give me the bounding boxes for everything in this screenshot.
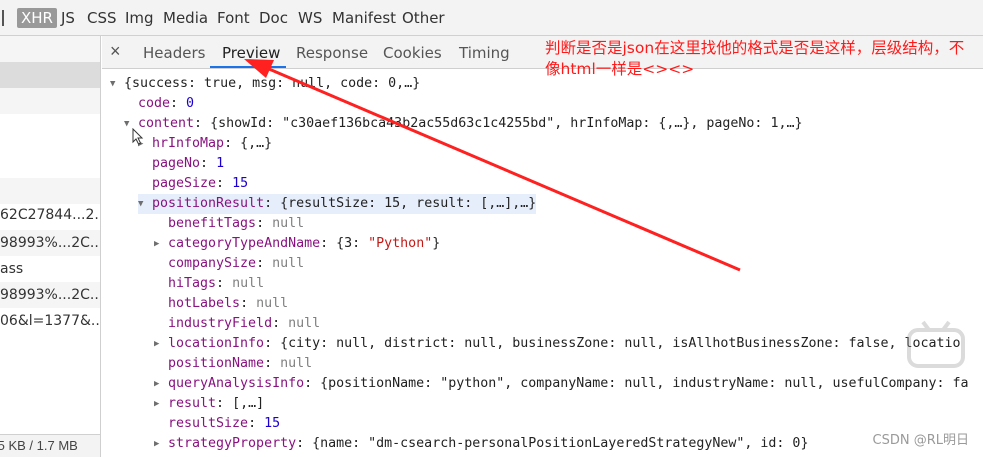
- tab-preview[interactable]: Preview: [222, 44, 280, 62]
- tree-root[interactable]: ▼ {success: true, msg: null, code: 0,…}: [110, 74, 420, 94]
- request-list: 62C27844...2... 98993%...2C... ass 98993…: [0, 36, 101, 457]
- tree-node: hotLabels: null: [168, 296, 289, 311]
- watermark: CSDN @RL明日: [872, 433, 969, 448]
- filter-img[interactable]: Img: [122, 8, 157, 28]
- filter-other[interactable]: Other: [399, 8, 448, 28]
- expanded-triangle-icon[interactable]: ▼: [138, 194, 152, 214]
- request-row[interactable]: [0, 36, 100, 62]
- tree-node[interactable]: ▶ locationInfo: {city: null, district: nu…: [154, 334, 961, 354]
- annotation-note: 判断是否是json在这里找他的格式是否是这样，层级结构，不像html一样是<><…: [545, 39, 965, 78]
- tree-node: hiTags: null: [168, 276, 265, 291]
- filter-css[interactable]: CSS: [84, 8, 120, 28]
- request-row-selected[interactable]: [0, 62, 100, 88]
- collapsed-triangle-icon[interactable]: ▶: [154, 394, 168, 414]
- collapsed-triangle-icon[interactable]: ▶: [154, 434, 168, 454]
- tree-node: industryField: null: [168, 316, 321, 331]
- tab-headers[interactable]: Headers: [143, 44, 205, 62]
- expanded-triangle-icon[interactable]: ▼: [110, 74, 124, 94]
- collapsed-triangle-icon[interactable]: ▶: [154, 234, 168, 254]
- filter-font[interactable]: Font: [214, 8, 253, 28]
- tree-node[interactable]: ▶ hrInfoMap: {,…}: [138, 134, 272, 154]
- tree-node: pageSize: 15: [152, 176, 249, 191]
- request-row[interactable]: [0, 178, 100, 204]
- transfer-size-summary: .5 KB / 1.7 MB: [0, 434, 100, 457]
- request-row[interactable]: 62C27844...2...: [0, 202, 100, 228]
- filter-media[interactable]: Media: [160, 8, 211, 28]
- toolbar-divider: [2, 10, 4, 26]
- filter-xhr[interactable]: XHR: [17, 8, 57, 28]
- request-row[interactable]: [0, 114, 100, 140]
- mouse-cursor-icon: [132, 128, 144, 145]
- tree-node[interactable]: ▶ strategyProperty: {name: "dm-csearch-pe…: [154, 434, 808, 454]
- collapsed-triangle-icon[interactable]: ▶: [154, 374, 168, 394]
- tab-response[interactable]: Response: [296, 44, 368, 62]
- request-row[interactable]: 98993%...2C...: [0, 282, 100, 308]
- active-tab-indicator: [210, 66, 286, 68]
- tree-node[interactable]: ▶ queryAnalysisInfo: {positionName: "pyth…: [154, 374, 969, 394]
- request-row[interactable]: ass: [0, 256, 100, 282]
- json-preview-tree: ▼ {success: true, msg: null, code: 0,…} c…: [102, 70, 983, 457]
- filter-ws[interactable]: WS: [295, 8, 325, 28]
- tree-node: pageNo: 1: [152, 156, 225, 171]
- tree-node[interactable]: ▶ categoryTypeAndName: {3: "Python"}: [154, 234, 440, 254]
- tab-cookies[interactable]: Cookies: [383, 44, 442, 62]
- tree-node: benefitTags: null: [168, 216, 305, 231]
- tree-node-hovered[interactable]: ▼ positionResult: {resultSize: 15, result…: [138, 194, 537, 214]
- type-filter-bar: XHR JS CSS Img Media Font Doc WS Manifes…: [0, 0, 983, 36]
- request-row[interactable]: 98993%...2C...: [0, 230, 100, 256]
- tree-node[interactable]: ▼ content: {showId: "c30aef136bca43b2ac55…: [124, 114, 802, 134]
- tree-node: positionName: null: [168, 356, 313, 371]
- video-player-icon: [907, 320, 965, 368]
- filter-manifest[interactable]: Manifest: [329, 8, 399, 28]
- close-icon[interactable]: ×: [110, 41, 121, 62]
- tree-node[interactable]: ▶ result: [,…]: [154, 394, 264, 414]
- collapsed-triangle-icon[interactable]: ▶: [154, 334, 168, 354]
- request-row[interactable]: 06&l=1377&...: [0, 308, 100, 334]
- tree-node: code: 0: [138, 96, 195, 111]
- tree-node: companySize: null: [168, 256, 305, 271]
- filter-doc[interactable]: Doc: [256, 8, 291, 28]
- tab-timing[interactable]: Timing: [459, 44, 510, 62]
- tree-node: resultSize: 15: [168, 416, 281, 431]
- request-row[interactable]: [0, 88, 100, 114]
- filter-js[interactable]: JS: [58, 8, 78, 28]
